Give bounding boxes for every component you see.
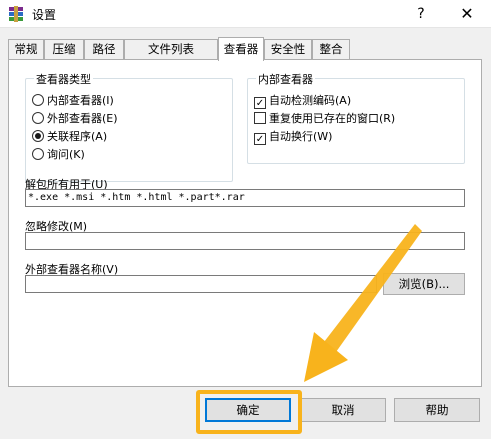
tab-general[interactable]: 常规 [8,39,44,59]
close-button[interactable]: ✕ [444,0,490,28]
tab-viewer[interactable]: 查看器 [218,37,264,61]
radio-associated-program[interactable]: 关联程序(A) [32,129,107,145]
tab-file-list[interactable]: 文件列表 [124,39,218,59]
winrar-icon [8,6,24,22]
viewer-type-title: 查看器类型 [34,71,93,87]
checkbox-word-wrap[interactable]: ✓ 自动换行(W) [254,129,332,145]
checkmark-icon[interactable]: ✓ [254,97,266,109]
tab-compression[interactable]: 压缩 [44,39,84,59]
checkbox-empty[interactable] [254,112,266,124]
radio-external-viewer[interactable]: 外部查看器(E) [32,111,118,127]
radio-indicator[interactable] [32,112,44,124]
checkmark-icon[interactable]: ✓ [254,133,266,145]
tab-integration[interactable]: 整合 [312,39,350,59]
checkbox-auto-detect-encoding[interactable]: ✓ 自动检测编码(A) [254,93,351,109]
unpack-all-input[interactable]: *.exe *.msi *.htm *.html *.part*.rar [25,189,465,207]
radio-indicator[interactable] [32,94,44,106]
radio-internal-viewer[interactable]: 内部查看器(I) [32,93,114,109]
help-button[interactable]: 帮助 [394,398,480,422]
cancel-button[interactable]: 取消 [300,398,386,422]
internal-viewer-group: 内部查看器 ✓ 自动检测编码(A) 重复使用已存在的窗口(R) ✓ 自动换行(W) [247,71,465,164]
ok-button[interactable]: 确定 [205,398,291,422]
radio-indicator[interactable] [32,148,44,160]
tab-paths[interactable]: 路径 [84,39,124,59]
title-bar: 设置 ? ✕ [0,0,491,28]
ignore-changes-input[interactable] [25,232,465,250]
radio-indicator-selected[interactable] [32,130,44,142]
external-viewer-input[interactable] [25,275,377,293]
window-title: 设置 [32,8,57,22]
browse-button[interactable]: 浏览(B)... [383,273,465,295]
viewer-settings-panel: 查看器类型 内部查看器(I) 外部查看器(E) 关联程序(A) 询问(K) 内部… [8,59,482,387]
help-title-button[interactable]: ? [398,0,444,28]
tab-security[interactable]: 安全性 [264,39,312,59]
internal-viewer-title: 内部查看器 [256,71,315,87]
checkbox-reuse-window[interactable]: 重复使用已存在的窗口(R) [254,111,395,127]
viewer-type-group: 查看器类型 内部查看器(I) 外部查看器(E) 关联程序(A) 询问(K) [25,71,233,182]
radio-ask[interactable]: 询问(K) [32,147,85,163]
